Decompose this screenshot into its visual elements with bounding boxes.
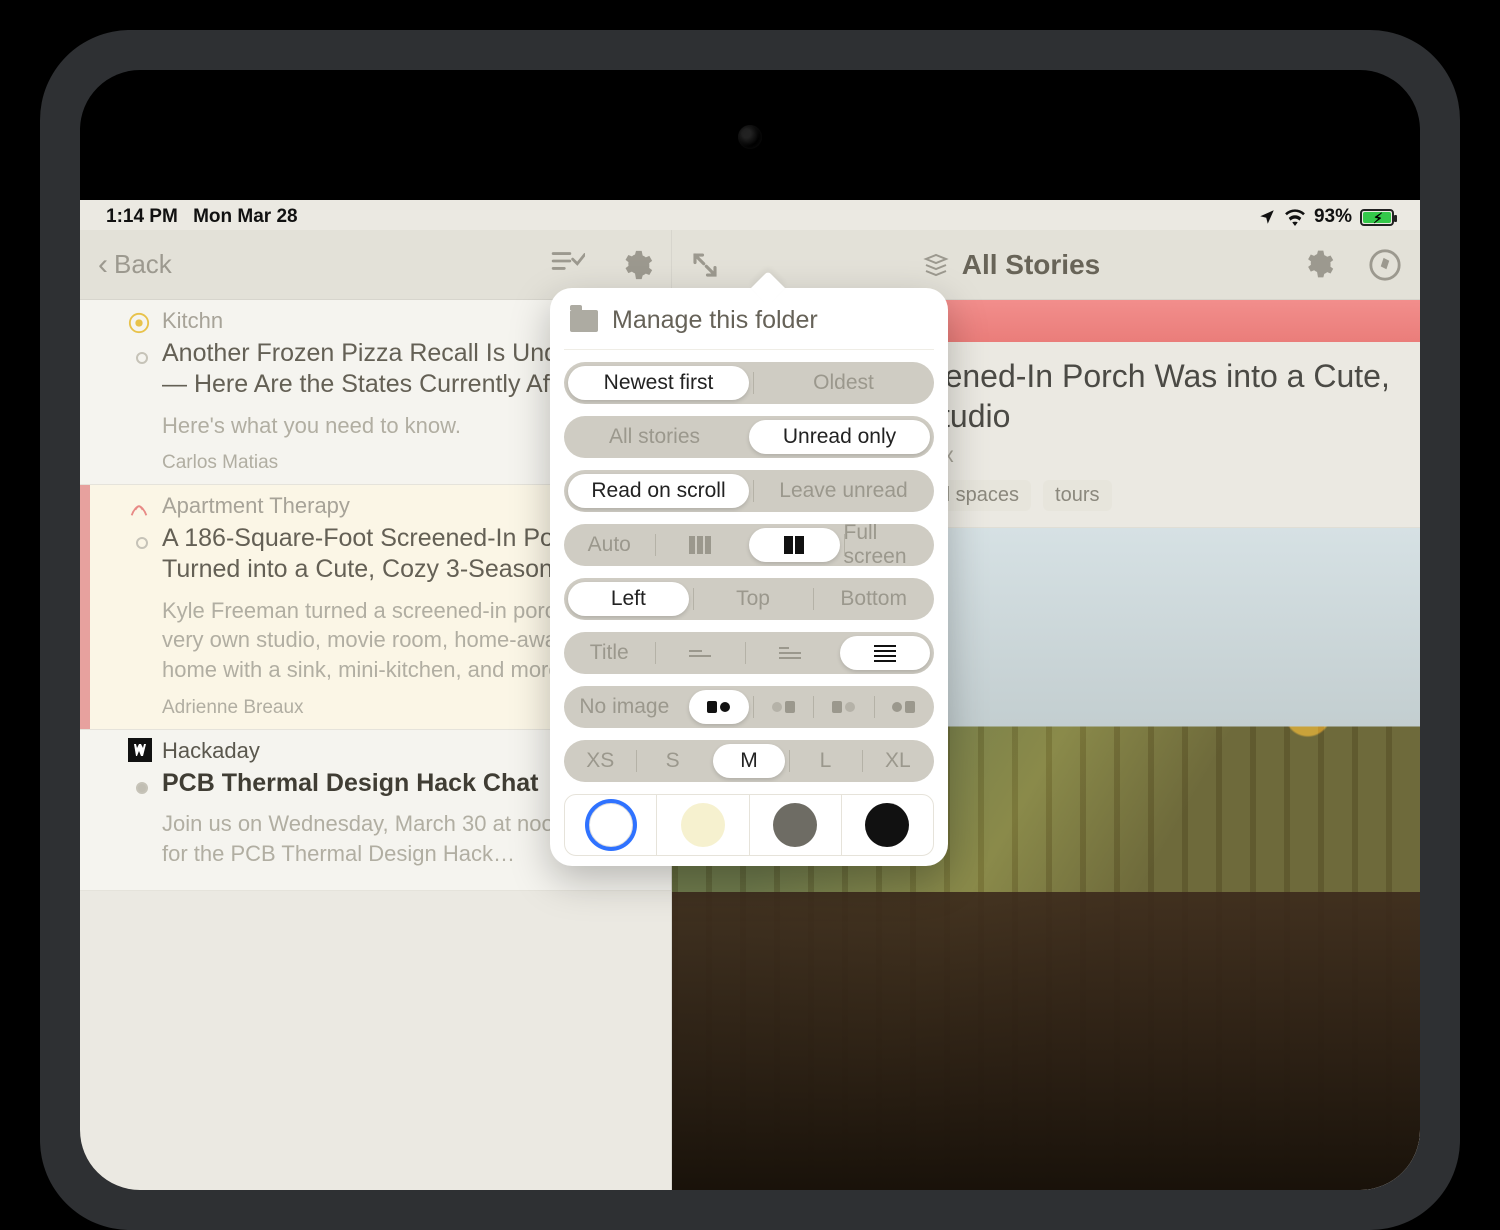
tag[interactable]: tours [1043,480,1111,511]
theme-sepia[interactable] [656,795,748,855]
status-bar: 1:14 PM Mon Mar 28 93% ⚡︎ [80,200,1420,230]
feed-icon-hackaday [128,738,150,760]
seg-mark: Read on scroll Leave unread [564,470,934,512]
status-date: Mon Mar 28 [193,206,298,227]
opt-density-sparse[interactable] [655,632,746,674]
opt-layout-three-col[interactable] [655,524,746,566]
opt-img-center-b[interactable] [813,686,873,728]
opt-density-mid[interactable] [745,632,836,674]
theme-gray[interactable] [749,795,841,855]
content-area: ‹ Back [80,230,1420,1190]
back-label: Back [114,249,172,280]
opt-size-l[interactable]: L [789,740,861,782]
seg-theme [564,794,934,856]
seg-sort: Newest first Oldest [564,362,934,404]
lines-dense-icon [874,645,896,662]
two-col-icon [784,536,804,554]
opt-pos-left[interactable]: Left [568,582,689,616]
seg-size: XS S M L XL [564,740,934,782]
opt-img-right[interactable] [874,686,934,728]
compass-icon[interactable] [1368,248,1402,282]
opt-size-m[interactable]: M [713,744,785,778]
seg-layout: Auto Full screen [564,524,934,566]
img-centerb-icon [832,701,855,713]
img-right-icon [892,701,915,713]
opt-layout-full[interactable]: Full screen [844,524,935,566]
seg-filter: All stories Unread only [564,416,934,458]
battery-percent: 93% [1314,206,1352,228]
opt-density-dense[interactable] [840,636,931,670]
opt-newest-first[interactable]: Newest first [568,366,749,400]
expand-icon[interactable] [690,250,720,280]
page-title: All Stories [720,249,1302,281]
lines-sparse-icon [689,650,711,657]
device-bezel: 1:14 PM Mon Mar 28 93% ⚡︎ ••• [80,70,1420,1190]
gear-icon[interactable] [619,248,653,282]
opt-pos-top[interactable]: Top [693,578,814,620]
folder-settings-popover: Manage this folder Newest first Oldest A… [550,288,948,866]
location-icon [1258,208,1276,226]
opt-img-center-a[interactable] [753,686,813,728]
feed-icon-apartment-therapy [128,497,150,519]
opt-size-xs[interactable]: XS [564,740,636,782]
theme-black[interactable] [841,795,933,855]
unread-dot [136,782,148,794]
unread-dot [136,352,148,364]
opt-oldest[interactable]: Oldest [753,362,934,404]
chevron-left-icon: ‹ [98,248,108,282]
folder-icon [570,310,598,332]
opt-img-left[interactable] [689,690,749,724]
seg-density: Title [564,632,934,674]
opt-leave-unread[interactable]: Leave unread [753,470,934,512]
opt-pos-bottom[interactable]: Bottom [813,578,934,620]
opt-size-xl[interactable]: XL [862,740,934,782]
img-centera-icon [772,701,795,713]
img-left-icon [707,701,730,713]
seg-thumbnail: No image [564,686,934,728]
opt-unread-only[interactable]: Unread only [749,420,930,454]
gear-icon[interactable] [1302,248,1334,282]
front-camera [738,125,762,149]
opt-density-title[interactable]: Title [564,632,655,674]
lines-mid-icon [779,647,801,659]
seg-position: Left Top Bottom [564,578,934,620]
opt-layout-auto[interactable]: Auto [564,524,655,566]
unread-dot [136,537,148,549]
screen: 1:14 PM Mon Mar 28 93% ⚡︎ ••• [80,200,1420,1190]
mark-all-read-icon[interactable] [551,248,585,282]
battery-icon: ⚡︎ [1360,209,1394,226]
device-frame: 1:14 PM Mon Mar 28 93% ⚡︎ ••• [40,30,1460,1230]
opt-size-s[interactable]: S [636,740,708,782]
opt-all-stories[interactable]: All stories [564,416,745,458]
popover-header: Manage this folder [564,302,934,350]
feeds-icon [922,253,952,277]
status-time: 1:14 PM [106,206,178,227]
feed-icon-kitchn [128,312,150,334]
opt-read-on-scroll[interactable]: Read on scroll [568,474,749,508]
theme-white[interactable] [565,795,656,855]
opt-layout-two-col[interactable] [749,528,840,562]
back-button[interactable]: ‹ Back [98,248,172,282]
wifi-icon [1284,208,1306,226]
opt-no-image[interactable]: No image [564,686,685,728]
popover-title: Manage this folder [612,306,818,335]
three-col-icon [689,536,711,554]
